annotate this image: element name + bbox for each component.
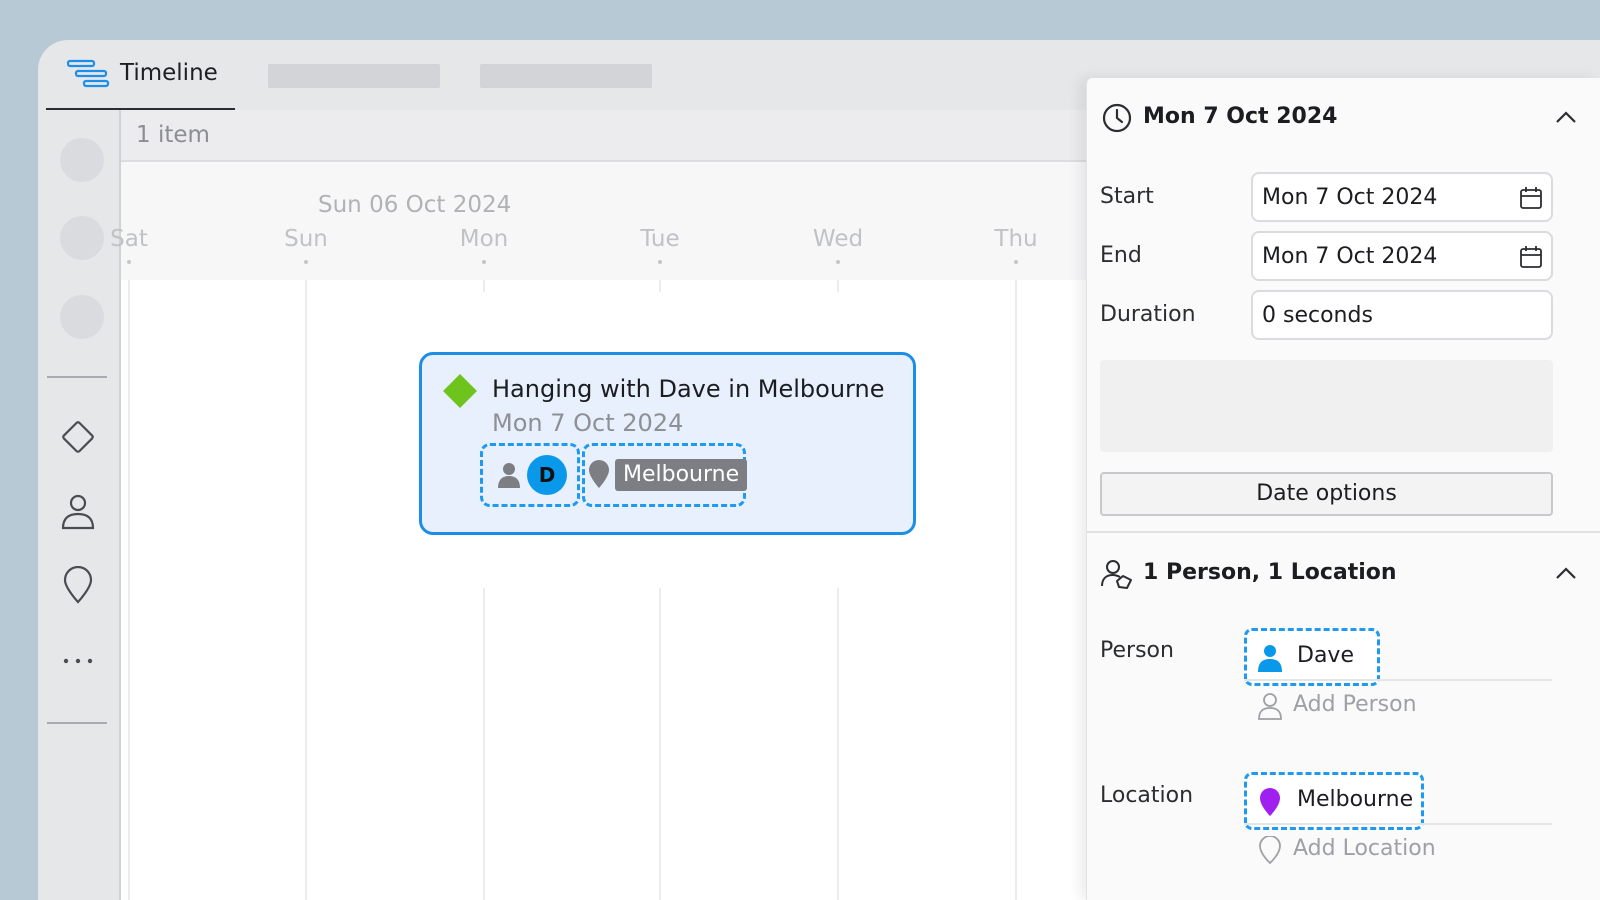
details-panel: Mon 7 Oct 2024 Start Mon 7 Oct 2024 End … [1086, 78, 1600, 900]
add-person-label: Add Person [1293, 692, 1417, 717]
ruler-day-label: Wed [812, 226, 864, 252]
diamond-icon[interactable] [59, 418, 97, 456]
location-tag-chip[interactable]: Melbourne [1244, 772, 1424, 830]
tab-timeline-label: Timeline [120, 60, 218, 86]
person-label: Person [1100, 638, 1174, 663]
ruler-tick [658, 260, 662, 264]
duration-field[interactable]: 0 seconds [1251, 290, 1553, 340]
date-section-header[interactable]: Mon 7 Oct 2024 [1087, 78, 1600, 148]
chevron-up-icon[interactable] [1554, 564, 1578, 582]
event-location-chip[interactable]: Melbourne [582, 443, 748, 507]
location-pin-icon[interactable] [59, 566, 97, 604]
timeline-area[interactable]: 1 item Sun 06 Oct 2024 Sat Sun Mon Tue W… [110, 110, 1121, 900]
rail-divider [47, 722, 107, 724]
chevron-up-icon[interactable] [1554, 108, 1578, 126]
location-field-underline [1244, 823, 1552, 825]
ruler-day-label: Mon [459, 226, 509, 252]
clock-icon [1102, 103, 1132, 133]
grid-line [483, 588, 485, 900]
timeline-ruler[interactable]: Sun 06 Oct 2024 Sat Sun Mon Tue Wed Thu [110, 162, 1121, 280]
date-section-title: Mon 7 Oct 2024 [1143, 104, 1338, 129]
tab-placeholder-1[interactable] [268, 64, 440, 88]
ruler-tick [127, 260, 131, 264]
calendar-icon[interactable] [1519, 186, 1543, 210]
person-tag-chip[interactable]: Dave [1244, 628, 1380, 686]
location-pin-icon [589, 460, 609, 488]
event-title: Hanging with Dave in Melbourne [492, 375, 885, 403]
grid-line [837, 280, 839, 292]
end-date-value: Mon 7 Oct 2024 [1262, 244, 1438, 269]
location-pin-icon [1260, 788, 1280, 816]
date-notes-area[interactable] [1100, 360, 1553, 452]
ruler-date-header: Sun 06 Oct 2024 [318, 192, 512, 218]
event-person-chip[interactable]: D [480, 443, 580, 507]
event-card[interactable]: Hanging with Dave in Melbourne Mon 7 Oct… [419, 352, 916, 535]
start-date-value: Mon 7 Oct 2024 [1262, 185, 1438, 210]
event-date: Mon 7 Oct 2024 [492, 409, 684, 437]
grid-line [659, 280, 661, 292]
ruler-tick [482, 260, 486, 264]
calendar-icon[interactable] [1519, 245, 1543, 269]
grid-line [128, 280, 130, 900]
person-icon [498, 463, 520, 488]
ruler-day-label: Sun [284, 226, 328, 252]
ruler-day-label: Tue [640, 226, 680, 252]
person-field-underline [1244, 679, 1552, 681]
grid-line [483, 280, 485, 292]
item-count: 1 item [136, 122, 210, 148]
rail-placeholder-button[interactable] [60, 295, 104, 339]
add-location-icon [1259, 836, 1281, 864]
tab-placeholder-2[interactable] [480, 64, 652, 88]
event-diamond-icon [443, 374, 477, 408]
grid-line [305, 280, 307, 900]
date-options-button[interactable]: Date options [1100, 472, 1553, 516]
avatar: D [527, 455, 567, 495]
add-person-icon [1258, 693, 1282, 720]
location-tag-label: Melbourne [1297, 787, 1414, 812]
item-count-bar: 1 item [121, 110, 1121, 162]
timeline-icon [66, 59, 110, 88]
person-icon[interactable] [59, 492, 97, 530]
person-tag-label: Dave [1297, 643, 1354, 668]
ruler-tick [304, 260, 308, 264]
tags-section-title: 1 Person, 1 Location [1143, 560, 1397, 585]
ruler-day-label: Sat [110, 226, 148, 252]
rail-placeholder-button[interactable] [60, 216, 104, 260]
rail-divider [47, 376, 107, 378]
ruler-tick [836, 260, 840, 264]
start-label: Start [1100, 184, 1154, 209]
add-location-label: Add Location [1293, 836, 1436, 861]
location-label: Location [1100, 783, 1194, 808]
rail-placeholder-button[interactable] [60, 138, 104, 182]
grid-line [1015, 280, 1017, 900]
grid-line [837, 588, 839, 900]
end-label: End [1100, 243, 1142, 268]
grid-line [659, 588, 661, 900]
section-divider [1087, 531, 1600, 533]
ruler-tick [1014, 260, 1018, 264]
end-date-field[interactable]: Mon 7 Oct 2024 [1251, 231, 1553, 281]
duration-value: 0 seconds [1262, 303, 1373, 328]
start-date-field[interactable]: Mon 7 Oct 2024 [1251, 172, 1553, 222]
person-icon [1258, 645, 1282, 672]
duration-label: Duration [1100, 302, 1196, 327]
event-location-badge: Melbourne [615, 459, 748, 491]
ruler-day-label: Thu [994, 226, 1038, 252]
person-tag-icon [1101, 560, 1132, 589]
tags-section-header[interactable]: 1 Person, 1 Location [1087, 534, 1600, 604]
tab-timeline[interactable]: Timeline [46, 40, 235, 110]
more-icon[interactable] [59, 640, 97, 678]
